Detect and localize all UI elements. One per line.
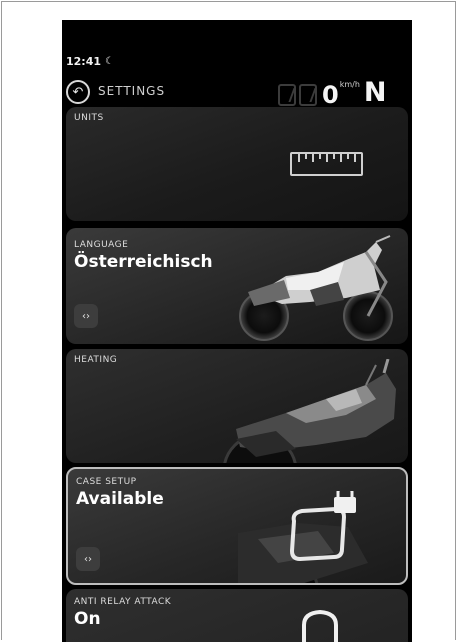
- speed-value: 0: [322, 81, 339, 109]
- case-setup-card[interactable]: CASE SETUP Available ‹›: [66, 467, 408, 585]
- case-setup-cycle-button[interactable]: ‹›: [76, 547, 100, 571]
- units-card[interactable]: UNITS: [66, 107, 408, 221]
- inactive-digit: [299, 84, 317, 106]
- back-arrow-icon: ↶: [72, 84, 84, 100]
- units-label: UNITS: [74, 113, 104, 123]
- anti-relay-attack-value: On: [74, 609, 101, 629]
- settings-header: ↶ SETTINGS 0 km/h N: [62, 77, 412, 110]
- motorcycle-image: [239, 235, 393, 341]
- speed-unit: km/h: [339, 80, 360, 89]
- language-value: Österreichisch: [74, 252, 213, 272]
- dashboard-screen: 12:41 ☾ ↶ SETTINGS 0 km/h N UNITS LANGUA…: [62, 20, 412, 642]
- ruler-icon: [290, 152, 363, 176]
- clock-time: 12:41: [66, 55, 102, 68]
- case-lock-icon: [284, 486, 360, 565]
- shield-icon: [300, 609, 340, 642]
- status-bar: 12:41 ☾: [66, 55, 114, 68]
- heating-card[interactable]: HEATING: [66, 349, 408, 463]
- chevron-left-right-icon: ‹›: [82, 310, 90, 322]
- motorcycle-closeup-image: [223, 359, 396, 463]
- gear-indicator: N: [363, 77, 387, 108]
- page-title: SETTINGS: [98, 84, 166, 98]
- device-frame: 12:41 ☾ ↶ SETTINGS 0 km/h N UNITS LANGUA…: [1, 1, 456, 642]
- anti-relay-attack-card[interactable]: ANTI RELAY ATTACK On: [66, 589, 408, 642]
- case-setup-label: CASE SETUP: [76, 477, 137, 487]
- back-button[interactable]: ↶: [66, 80, 90, 104]
- language-cycle-button[interactable]: ‹›: [74, 304, 98, 328]
- language-label: LANGUAGE: [74, 240, 129, 250]
- moon-icon: ☾: [105, 56, 114, 67]
- heating-label: HEATING: [74, 355, 118, 365]
- inactive-digit: [278, 84, 296, 106]
- chevron-left-right-icon: ‹›: [84, 553, 92, 565]
- anti-relay-attack-label: ANTI RELAY ATTACK: [74, 597, 172, 607]
- speedometer: 0 km/h N: [278, 77, 387, 109]
- case-setup-value: Available: [76, 489, 164, 509]
- language-card[interactable]: LANGUAGE Österreichisch ‹›: [66, 228, 408, 344]
